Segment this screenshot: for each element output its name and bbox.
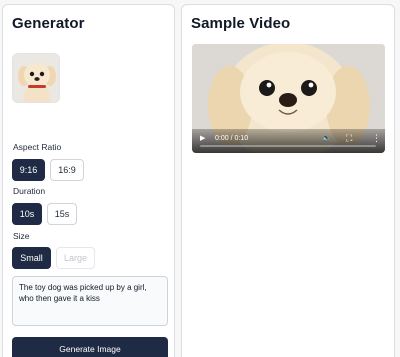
video-controls: ▶ 0:00 / 0:10 🔈 ⛶ ⋮ <box>192 129 385 153</box>
duration-label: Duration <box>13 186 46 196</box>
aspect-ratio-option-16-9[interactable]: 16:9 <box>50 159 84 181</box>
generator-panel: Generator Aspect Ratio 9:16 16:9 Duratio… <box>2 4 175 357</box>
aspect-ratio-label: Aspect Ratio <box>13 142 62 152</box>
more-options-icon[interactable]: ⋮ <box>372 134 381 143</box>
duration-option-15s[interactable]: 15s <box>47 203 77 225</box>
size-label: Size <box>13 231 30 241</box>
video-time: 0:00 / 0:10 <box>215 135 249 142</box>
generate-image-button[interactable]: Generate Image <box>12 337 168 357</box>
reference-image-thumbnail[interactable] <box>12 53 60 103</box>
volume-icon[interactable]: 🔈 <box>322 135 331 143</box>
progress-track[interactable] <box>200 145 376 147</box>
fullscreen-icon[interactable]: ⛶ <box>346 134 352 143</box>
panel-title: Sample Video <box>191 15 291 32</box>
panel-title: Generator <box>12 15 85 32</box>
prompt-textarea[interactable] <box>12 276 168 326</box>
play-icon[interactable]: ▶ <box>200 135 205 143</box>
size-option-small[interactable]: Small <box>12 247 51 269</box>
duration-option-10s[interactable]: 10s <box>12 203 42 225</box>
puppy-image <box>13 54 59 102</box>
sample-video-panel: Sample Video ▶ 0:00 / 0:10 🔈 ⛶ ⋮ <box>181 4 395 357</box>
aspect-ratio-option-9-16[interactable]: 9:16 <box>12 159 45 181</box>
video-player[interactable]: ▶ 0:00 / 0:10 🔈 ⛶ ⋮ <box>192 44 385 153</box>
size-option-large: Large <box>56 247 95 269</box>
